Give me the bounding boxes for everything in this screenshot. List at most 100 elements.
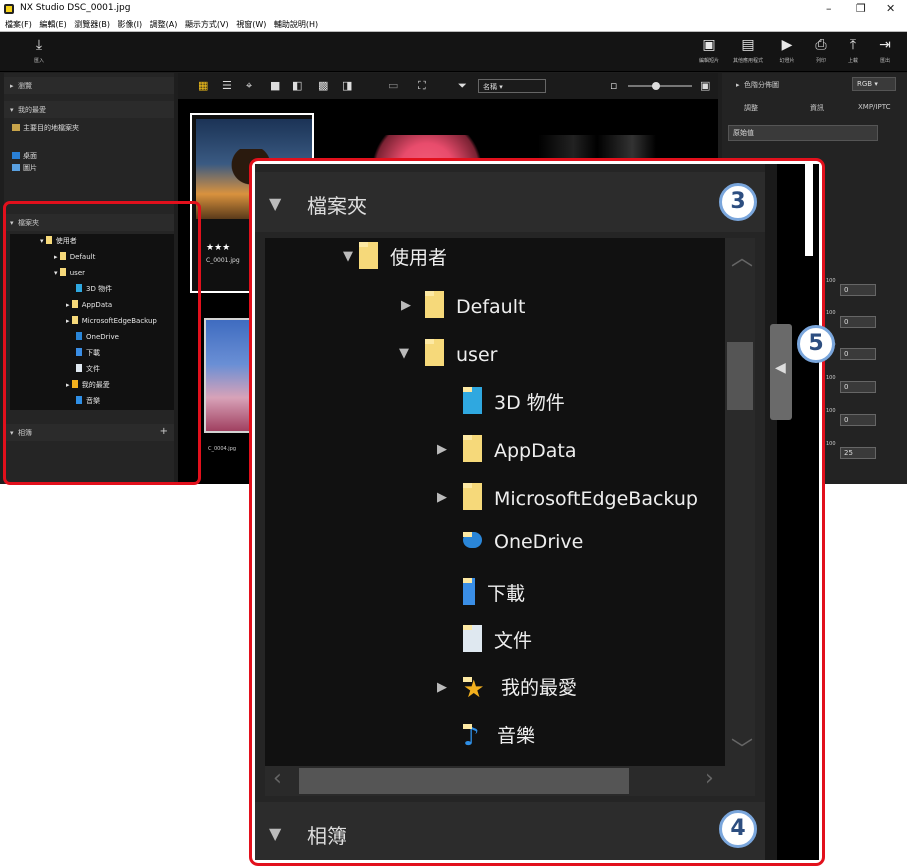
favorite-destination-folder[interactable]: 主要目的地檔案夾 [12,123,79,133]
menu-help[interactable]: 輔助說明(H) [274,18,318,31]
filmstrip-view-icon[interactable]: ◨ [342,79,352,92]
tree-my-favorites[interactable]: ▶ ★ 我的最愛 [437,673,577,704]
import-button[interactable]: ⤓ 匯入 [22,36,56,64]
folders-header-zoom[interactable]: ▼ 檔案夾 [255,172,765,232]
star-icon: ★ [463,677,489,704]
menu-browser[interactable]: 瀏覽器(B) [74,18,110,31]
app-icon: ▤ [741,37,755,53]
menu-file[interactable]: 檔案(F) [5,18,32,31]
slider-tick: 100 [826,310,836,316]
slider-tick: 100 [826,408,836,414]
export-icon: ⇥ [879,37,891,53]
fit-icon[interactable]: ⛶ [418,79,426,93]
favorite-desktop[interactable]: 桌面 [12,151,37,161]
maximize-button[interactable]: ❐ [856,2,866,15]
value-field[interactable]: 0 [840,348,876,360]
menu-bar: 檔案(F) 編輯(E) 瀏覽器(B) 影像(I) 調整(A) 顯示方式(V) 視… [0,18,907,32]
tab-adjust[interactable]: 調整 [744,103,758,113]
collapse-arrow-icon: ▼ [269,194,282,213]
value-field[interactable]: 0 [840,316,876,328]
multi-view-icon[interactable]: ▩ [318,79,328,92]
tree-vertical-scrollbar[interactable]: ︿ ﹀ [725,238,755,766]
close-button[interactable]: ✕ [886,2,895,15]
collapse-left-icon: ◀ [775,360,786,376]
minimize-button[interactable]: – [826,2,832,15]
vertical-scroll-thumb[interactable] [727,342,753,410]
tree-3d-objects[interactable]: 3D 物件 [463,387,565,415]
tree-music[interactable]: ♪ 音樂 [463,721,535,751]
tree-downloads[interactable]: 下載 [463,578,525,606]
preset-select[interactable]: 原始值 [728,125,878,141]
scroll-right-icon[interactable]: › [705,766,714,791]
browse-section-header[interactable]: ▸ 瀏覽 [4,77,174,94]
tree-users[interactable]: ▼ 使用者 [343,242,447,270]
download-icon [463,578,475,605]
value-field[interactable]: 0 [840,414,876,426]
collapsed-arrow-icon: ▶ [437,680,447,695]
upload-button[interactable]: ⤒ 上載 [836,36,870,64]
scroll-left-icon[interactable]: ‹ [273,766,282,791]
layout-icon[interactable]: ▭ [388,79,398,92]
pictures-icon [12,164,20,171]
other-app-button[interactable]: ▤ 其他應用程式 [731,36,765,64]
export-button[interactable]: ⇥ 匯出 [868,36,902,64]
favorite-pictures[interactable]: 圖片 [12,163,37,173]
menu-adjust[interactable]: 調整(A) [150,18,178,31]
slideshow-icon: ▶ [781,37,793,53]
app-logo-icon [4,4,14,14]
albums-header-zoom[interactable]: ▼ 相簿 [255,802,765,860]
slider-tick: 100 [826,375,836,381]
edit-movie-button[interactable]: ▣ 編輯短片 [692,36,726,64]
slider-knob[interactable] [652,82,660,90]
title-bar: NX Studio DSC_0001.jpg – ❐ ✕ [0,0,907,18]
zoom-in-icon[interactable]: ▣ [700,79,710,92]
tree-horizontal-scrollbar[interactable]: ‹ › [265,766,755,796]
compare-view-icon[interactable]: ◧ [292,79,302,92]
scroll-up-icon[interactable]: ︿ [731,240,753,272]
folder-panel-zoom-callout: ▼ 檔案夾 ▼ 使用者 ▶ Default ▼ user 3D 物件 ▶ AppData… [249,158,835,866]
folder-icon [463,435,482,462]
tab-xmp-iptc[interactable]: XMP/IPTC [858,103,890,111]
folder-icon [463,483,482,510]
menu-edit[interactable]: 編輯(E) [39,18,66,31]
list-view-icon[interactable]: ☰ [222,79,232,92]
tree-onedrive[interactable]: OneDrive [463,531,583,553]
folder-panel-highlight [3,201,201,485]
scroll-down-icon[interactable]: ﹀ [731,732,753,764]
onedrive-icon [463,532,482,548]
tab-info[interactable]: 資訊 [810,103,824,113]
filter-icon[interactable]: ⏷ [458,79,467,93]
thumbnail-filename: C_0001.jpg [206,257,240,264]
collapsed-arrow-icon: ▶ [437,442,447,457]
map-view-icon[interactable]: ⌖ [246,79,252,93]
menu-view[interactable]: 顯示方式(V) [185,18,229,31]
tree-appdata[interactable]: ▶ AppData [437,435,577,462]
thumbnail-size-slider[interactable] [628,82,692,90]
panel-collapse-handle[interactable]: ◀ [770,324,792,420]
folder-tree-zoom: ▼ 使用者 ▶ Default ▼ user 3D 物件 ▶ AppData ▶ Micr… [265,238,725,766]
histogram-section-header[interactable]: ▸ 色階分佈圖 [736,80,779,90]
value-field[interactable]: 0 [840,381,876,393]
tree-edgebackup[interactable]: ▶ MicrosoftEdgeBackup [437,483,698,510]
single-view-icon[interactable]: ■ [270,79,280,92]
print-button[interactable]: ⎙ 列印 [804,36,838,64]
tree-default[interactable]: ▶ Default [401,291,525,318]
histogram-channel-select[interactable]: RGB ▾ [852,77,896,91]
value-field[interactable]: 0 [840,284,876,296]
favorites-section-header[interactable]: ▾ 我的最愛 [4,101,174,118]
print-icon: ⎙ [815,37,827,53]
view-toolbar: ▦ ☰ ⌖ ■ ◧ ▩ ◨ ▭ ⛶ ⏷ 名稱 ▾ ▫ ▣ [178,73,718,99]
collapse-arrow-icon: ▼ [269,824,282,843]
slideshow-button[interactable]: ▶ 幻燈片 [770,36,804,64]
tree-user[interactable]: ▼ user [399,339,497,366]
value-field[interactable]: 25 [840,447,876,459]
menu-window[interactable]: 視窗(W) [236,18,266,31]
zoom-out-icon[interactable]: ▫ [610,79,617,92]
sort-select[interactable]: 名稱 ▾ [478,79,546,93]
callout-badge-4: 4 [719,810,757,848]
tree-documents[interactable]: 文件 [463,625,532,653]
zoomed-folder-panel: ▼ 檔案夾 ▼ 使用者 ▶ Default ▼ user 3D 物件 ▶ AppData… [255,164,819,860]
menu-image[interactable]: 影像(I) [118,18,143,31]
grid-view-icon[interactable]: ▦ [198,79,208,92]
horizontal-scroll-thumb[interactable] [299,768,629,794]
